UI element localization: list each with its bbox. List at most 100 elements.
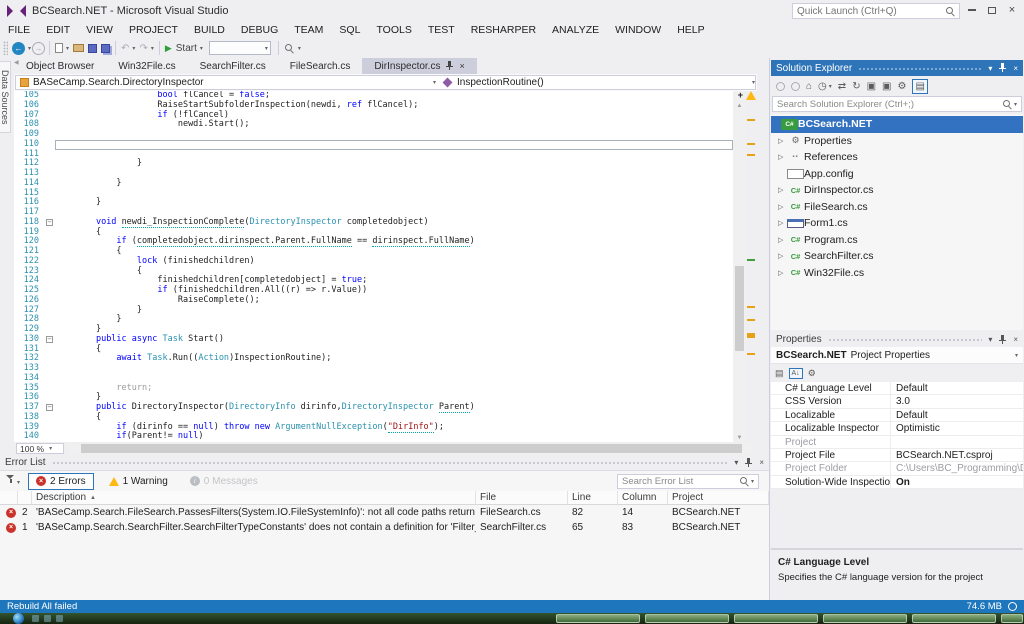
- menu-item-project[interactable]: PROJECT: [121, 24, 186, 36]
- redo-button[interactable]: ↷▾: [139, 43, 153, 54]
- scrollbar-thumb[interactable]: [81, 444, 742, 453]
- file-status-warning-icon[interactable]: [746, 91, 756, 100]
- error-row-2[interactable]: ×1'BASeCamp.Search.SearchFilter.SearchFi…: [0, 520, 769, 535]
- taskbar-icon[interactable]: [56, 615, 63, 622]
- alphabetical-sort-button[interactable]: A↓: [789, 368, 803, 379]
- tab-filesearch-cs[interactable]: FileSearch.cs: [278, 58, 363, 74]
- menu-item-tools[interactable]: TOOLS: [368, 24, 419, 36]
- sync-with-active-document-button[interactable]: ⇄: [838, 81, 846, 92]
- navigate-backward-button[interactable]: ←: [12, 42, 25, 55]
- quick-launch-input[interactable]: Quick Launch (Ctrl+Q): [792, 3, 960, 19]
- menu-item-debug[interactable]: DEBUG: [233, 24, 286, 36]
- solution-configuration-dropdown[interactable]: ▾: [209, 41, 271, 55]
- tree-item-references[interactable]: ▷▪▪References: [771, 149, 1023, 166]
- type-dropdown-arrow[interactable]: ▾: [433, 79, 436, 86]
- vertical-scrollbar[interactable]: ▲ ▼: [733, 91, 746, 442]
- column-line[interactable]: Line: [568, 491, 618, 504]
- tab-win32file-cs[interactable]: Win32File.cs: [106, 58, 187, 74]
- close-icon[interactable]: ×: [459, 61, 464, 71]
- preview-selected-items-toggle[interactable]: ▤: [912, 79, 927, 94]
- column-file[interactable]: File: [476, 491, 568, 504]
- column-project[interactable]: Project: [668, 491, 769, 504]
- property-pages-wrench-button[interactable]: ⚙: [808, 368, 816, 379]
- forward-button[interactable]: [791, 82, 800, 91]
- tree-item-program-cs[interactable]: ▷C#Program.cs: [771, 232, 1023, 249]
- error-list-search-input[interactable]: Search Error List ▾: [617, 474, 759, 489]
- menu-item-window[interactable]: WINDOW: [607, 24, 669, 36]
- start-debug-button[interactable]: ▶Start▾: [165, 43, 203, 54]
- navigate-forward-button[interactable]: →: [32, 42, 45, 55]
- property-row-project-folder[interactable]: Project FolderC:\Users\BC_Programming\Do…: [771, 462, 1023, 475]
- restore-button[interactable]: [982, 2, 1002, 18]
- fold-marker-icon[interactable]: −: [46, 219, 53, 226]
- code-line-113[interactable]: 113: [14, 169, 733, 179]
- taskbar-window-button[interactable]: [645, 614, 729, 623]
- window-position-icon[interactable]: ▾: [988, 64, 992, 73]
- column-description[interactable]: Description▲: [32, 491, 476, 504]
- close-button[interactable]: ×: [1002, 2, 1022, 18]
- taskbar-window-button[interactable]: [556, 614, 640, 623]
- filter-button[interactable]: ▾: [6, 475, 20, 487]
- tree-item-bcsearch-net[interactable]: C#BCSearch.NET: [771, 116, 1023, 133]
- pin-icon[interactable]: [744, 458, 753, 468]
- new-file-button[interactable]: ▾: [55, 43, 69, 53]
- drag-grip[interactable]: [858, 67, 982, 72]
- window-position-icon[interactable]: ▾: [988, 335, 992, 344]
- pending-changes-filter-button[interactable]: ◷▾: [818, 81, 832, 92]
- close-icon[interactable]: ×: [759, 458, 764, 467]
- taskbar-window-button[interactable]: [734, 614, 818, 623]
- fold-marker-icon[interactable]: −: [46, 404, 53, 411]
- property-row-localizable[interactable]: LocalizableDefault: [771, 409, 1023, 422]
- tree-item-form1-cs[interactable]: ▷Form1.cs: [771, 215, 1023, 232]
- properties-object-dropdown[interactable]: BCSearch.NET Project Properties ▾: [771, 347, 1023, 364]
- scroll-up-icon[interactable]: ▲: [733, 103, 746, 109]
- scrollbar-thumb[interactable]: [735, 266, 744, 351]
- properties-wrench-button[interactable]: ⚙: [897, 81, 906, 92]
- type-dropdown[interactable]: BASeCamp.Search.DirectoryInspector: [33, 77, 431, 88]
- save-button[interactable]: [88, 44, 97, 53]
- property-row-solution-wide-inspections[interactable]: Solution-Wide InspectionsOn: [771, 476, 1023, 489]
- menu-item-file[interactable]: FILE: [0, 24, 38, 36]
- close-icon[interactable]: ×: [1013, 335, 1018, 344]
- toolbar-grip[interactable]: [3, 41, 8, 55]
- code-editor[interactable]: 105 bool flCancel = false;106 RaiseStart…: [14, 91, 757, 442]
- tree-item-dirinspector-cs[interactable]: ▷C#DirInspector.cs: [771, 182, 1023, 199]
- menu-item-help[interactable]: HELP: [669, 24, 712, 36]
- warnings-filter-button[interactable]: 1 Warning: [102, 474, 175, 489]
- code-line-118[interactable]: 118− void newdi_InspectionComplete(Direc…: [14, 218, 733, 228]
- menu-item-team[interactable]: TEAM: [286, 24, 331, 36]
- drag-grip[interactable]: [828, 338, 983, 343]
- code-line-130[interactable]: 130− public async Task Start(): [14, 335, 733, 345]
- pin-icon[interactable]: [998, 335, 1007, 345]
- home-button[interactable]: ⌂: [806, 81, 812, 92]
- member-dropdown-arrow[interactable]: ▾: [752, 79, 755, 86]
- menu-item-build[interactable]: BUILD: [186, 24, 233, 36]
- code-line-137[interactable]: 137− public DirectoryInspector(Directory…: [14, 403, 733, 413]
- drag-grip[interactable]: [52, 461, 729, 466]
- tab-object-browser[interactable]: Object Browser: [14, 58, 106, 74]
- code-line-116[interactable]: 116 }: [14, 198, 733, 208]
- code-line-133[interactable]: 133: [14, 364, 733, 374]
- show-all-files-button[interactable]: ▣: [882, 81, 891, 92]
- resharper-status-icon[interactable]: [1008, 602, 1017, 611]
- expander-icon[interactable]: ▷: [778, 236, 787, 244]
- error-row-1[interactable]: ×2'BASeCamp.Search.FileSearch.PassesFilt…: [0, 505, 769, 520]
- tree-item-properties[interactable]: ▷⚙Properties: [771, 133, 1023, 150]
- expander-icon[interactable]: ▷: [778, 252, 787, 260]
- tree-item-win32file-cs[interactable]: ▷C#Win32File.cs: [771, 265, 1023, 282]
- fold-marker-icon[interactable]: −: [46, 336, 53, 343]
- property-row-project-file[interactable]: Project FileBCSearch.NET.csproj: [771, 449, 1023, 462]
- scroll-left-icon[interactable]: ◀: [14, 58, 19, 69]
- messages-filter-button[interactable]: i 0 Messages: [183, 474, 265, 489]
- code-line-120[interactable]: 120 if (completedobject.dirinspect.Paren…: [14, 237, 733, 247]
- code-line-112[interactable]: 112 }: [14, 159, 733, 169]
- window-position-icon[interactable]: ▾: [734, 458, 738, 467]
- resharper-marker-bar[interactable]: [746, 91, 757, 442]
- errors-filter-button[interactable]: × 2 Errors: [28, 473, 94, 490]
- pin-icon[interactable]: [445, 61, 454, 71]
- property-row-project[interactable]: Project: [771, 436, 1023, 449]
- navigate-backward-dropdown[interactable]: ▾: [28, 45, 31, 52]
- property-row-c-language-level[interactable]: C# Language LevelDefault: [771, 382, 1023, 395]
- tab-searchfilter-cs[interactable]: SearchFilter.cs: [188, 58, 278, 74]
- code-line-135[interactable]: 135 return;: [14, 384, 733, 394]
